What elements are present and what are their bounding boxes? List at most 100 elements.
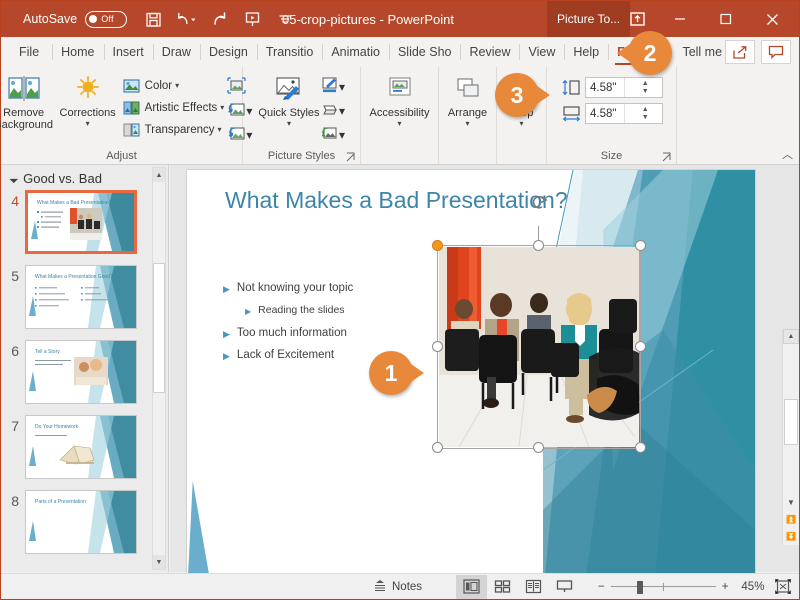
shape-width-input[interactable]: 4.58" ▲▼ — [585, 103, 663, 124]
selection-handle-bottom-right[interactable] — [635, 442, 646, 453]
tab-slide-show[interactable]: Slide Sho — [389, 37, 461, 67]
redo-icon[interactable] — [209, 9, 229, 29]
zoom-slider[interactable] — [611, 581, 716, 593]
previous-slide-button[interactable]: ⏫ — [783, 511, 799, 528]
share-button[interactable] — [725, 40, 755, 64]
list-item[interactable]: 5 What Makes a Presentation Good? — [5, 265, 168, 329]
corrections-button[interactable]: Corrections ▾ — [57, 71, 119, 128]
scroll-down-arrow-icon[interactable]: ▼ — [153, 555, 165, 569]
start-presentation-icon[interactable] — [242, 9, 262, 29]
chevron-down-icon[interactable]: ▾ — [218, 125, 222, 134]
picture-layout-button[interactable]: ▾ — [320, 124, 345, 146]
transparency-button[interactable]: Transparency ▾ — [119, 119, 228, 140]
list-item[interactable]: 8 Parts of a Presentation — [5, 490, 168, 554]
autosave-toggle[interactable]: Off — [85, 11, 127, 28]
comments-button[interactable] — [761, 40, 791, 64]
zoom-level-label[interactable]: 45% — [734, 581, 764, 593]
slide-thumbnail-6[interactable]: Tell a Story — [25, 340, 137, 404]
shape-height-input[interactable]: 4.58" ▲▼ — [585, 77, 663, 98]
picture-styles-dialog-launcher[interactable] — [345, 151, 356, 162]
chevron-down-icon[interactable]: ▾ — [519, 120, 523, 128]
selection-handle-top-center[interactable] — [533, 240, 544, 251]
slide-vertical-scrollbar[interactable]: ▲ ▼ ⏫ ⏬ — [782, 329, 799, 545]
fit-to-window-button[interactable] — [775, 579, 791, 595]
minimize-button[interactable] — [657, 1, 703, 37]
selection-handle-top-left[interactable] — [432, 240, 443, 251]
tab-file[interactable]: File — [1, 37, 52, 67]
slide-title[interactable]: What Makes a Bad Presentation? — [225, 187, 568, 214]
section-header[interactable]: ◢ Good vs. Bad — [1, 165, 168, 190]
chevron-down-icon[interactable]: ▾ — [86, 120, 90, 128]
tab-help[interactable]: Help — [564, 37, 608, 67]
normal-view-button[interactable] — [456, 575, 487, 599]
tab-design[interactable]: Design — [200, 37, 257, 67]
close-button[interactable] — [749, 1, 795, 37]
reading-view-button[interactable] — [518, 575, 549, 599]
scroll-down-arrow-icon[interactable]: ▼ — [783, 494, 799, 511]
arrange-button[interactable]: Arrange ▾ — [443, 71, 493, 128]
notes-button[interactable]: Notes — [373, 579, 422, 595]
bullet-text: Lack of Excitement — [237, 349, 334, 361]
chevron-down-icon[interactable]: ▾ — [175, 81, 179, 90]
chevron-down-icon[interactable]: ▾ — [339, 80, 345, 94]
accessibility-button[interactable]: Accessibility ▾ — [365, 71, 435, 128]
quick-styles-button[interactable]: Quick Styles ▾ — [258, 71, 320, 128]
tab-transitions[interactable]: Transitio — [257, 37, 322, 67]
slide-thumbnail-4[interactable]: What Makes a Bad Presentation? — [25, 190, 137, 254]
scroll-up-arrow-icon[interactable]: ▲ — [783, 329, 799, 344]
tab-review[interactable]: Review — [460, 37, 519, 67]
tab-draw[interactable]: Draw — [153, 37, 200, 67]
shape-height-stepper[interactable]: ▲▼ — [624, 78, 663, 97]
picture-selection-frame — [437, 245, 641, 449]
selection-handle-top-right[interactable] — [635, 240, 646, 251]
shape-width-stepper[interactable]: ▲▼ — [624, 104, 663, 123]
selection-handle-bottom-center[interactable] — [533, 442, 544, 453]
collapse-ribbon-icon[interactable]: ︿ — [782, 146, 793, 162]
chevron-down-icon[interactable]: ▾ — [465, 120, 469, 128]
scrollbar-thumb[interactable] — [784, 399, 798, 445]
save-icon[interactable] — [143, 9, 163, 29]
picture-effects-button[interactable]: ▾ — [320, 100, 345, 122]
slide-thumbnail-7[interactable]: Do Your Homework — [25, 415, 137, 479]
rotate-icon[interactable] — [530, 194, 548, 212]
tell-me-search[interactable]: Tell me — [668, 45, 722, 59]
chevron-down-icon[interactable]: ▾ — [339, 128, 345, 142]
undo-icon[interactable] — [176, 9, 196, 29]
selection-handle-middle-right[interactable] — [635, 341, 646, 352]
picture-border-button[interactable]: ▾ — [320, 76, 345, 98]
list-item[interactable]: 4 What Makes a Bad Presentation? — [5, 190, 168, 254]
tab-animations[interactable]: Animatio — [322, 37, 389, 67]
zoom-out-button[interactable]: − — [598, 581, 605, 593]
slide-sorter-button[interactable] — [487, 575, 518, 599]
zoom-in-button[interactable]: + — [722, 581, 729, 593]
selection-handle-bottom-left[interactable] — [432, 442, 443, 453]
chevron-down-icon[interactable]: ▾ — [220, 103, 224, 112]
list-item[interactable]: 6 Tell a Story — [5, 340, 168, 404]
maximize-button[interactable] — [703, 1, 749, 37]
tab-home[interactable]: Home — [52, 37, 103, 67]
chevron-down-icon[interactable]: ▾ — [287, 120, 291, 128]
size-dialog-launcher[interactable] — [661, 151, 672, 162]
tab-view[interactable]: View — [519, 37, 564, 67]
scrollbar-thumb[interactable] — [153, 263, 165, 393]
tab-insert[interactable]: Insert — [104, 37, 153, 67]
next-slide-button[interactable]: ⏬ — [783, 528, 799, 545]
list-item[interactable]: 7 Do Your Homework — [5, 415, 168, 479]
thumbnail-scrollbar[interactable]: ▲ ▼ — [152, 167, 166, 570]
slide-thumbnail-5[interactable]: What Makes a Presentation Good? — [25, 265, 137, 329]
collapse-section-icon[interactable]: ◢ — [9, 173, 20, 184]
selection-handle-middle-left[interactable] — [432, 341, 443, 352]
artistic-effects-button[interactable]: Artistic Effects ▾ — [119, 97, 228, 118]
scroll-up-arrow-icon[interactable]: ▲ — [153, 168, 165, 182]
current-slide[interactable]: What Makes a Bad Presentation? ▶ Not kno… — [187, 170, 755, 597]
slide-show-button[interactable] — [549, 575, 580, 599]
ribbon-display-options-icon[interactable] — [626, 9, 648, 29]
color-button[interactable]: Color ▾ — [119, 75, 228, 96]
chevron-down-icon[interactable]: ▾ — [339, 104, 345, 118]
contextual-tab-picture-tools[interactable]: Picture To... — [547, 1, 630, 37]
remove-background-button[interactable]: Remove Background — [0, 71, 57, 131]
autosave-control[interactable]: AutoSave Off — [23, 11, 127, 28]
slide-thumbnail-8[interactable]: Parts of a Presentation — [25, 490, 137, 554]
chevron-down-icon[interactable]: ▾ — [397, 120, 401, 128]
zoom-slider-knob[interactable] — [637, 581, 643, 594]
